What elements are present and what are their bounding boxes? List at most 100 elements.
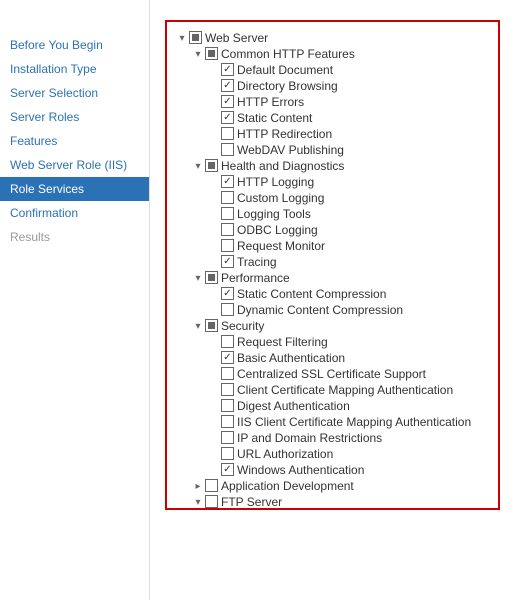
expand-icon-app-dev[interactable]: ▸: [191, 479, 205, 493]
label-request-monitor[interactable]: Request Monitor: [234, 239, 325, 253]
checkbox-custom-logging[interactable]: [221, 191, 234, 204]
label-web-server[interactable]: Web Server: [202, 31, 268, 45]
tree-item-odbc-logging: ODBC Logging: [175, 222, 490, 238]
tree-item-common-http: ▾ Common HTTP Features: [175, 46, 490, 62]
role-services-tree: ▾ Web Server ▾ Common HTTP Features Default …: [165, 20, 500, 510]
tree-item-iis-client-cert: IIS Client Certificate Mapping Authentic…: [175, 414, 490, 430]
tree-item-windows-auth: Windows Authentication: [175, 462, 490, 478]
label-iis-client-cert[interactable]: IIS Client Certificate Mapping Authentic…: [234, 415, 471, 429]
tree-item-ip-domain-restrict: IP and Domain Restrictions: [175, 430, 490, 446]
checkbox-dir-browsing[interactable]: [221, 79, 234, 92]
checkbox-ip-domain-restrict[interactable]: [221, 431, 234, 444]
expand-icon-health-diag[interactable]: ▾: [191, 159, 205, 173]
checkbox-logging-tools[interactable]: [221, 207, 234, 220]
label-request-filtering[interactable]: Request Filtering: [234, 335, 328, 349]
label-health-diag[interactable]: Health and Diagnostics: [218, 159, 344, 173]
sidebar-item-results: Results: [0, 225, 149, 249]
checkbox-webdav[interactable]: [221, 143, 234, 156]
tree-item-webdav: WebDAV Publishing: [175, 142, 490, 158]
tree-item-performance: ▾ Performance: [175, 270, 490, 286]
tree-item-http-redirect: HTTP Redirection: [175, 126, 490, 142]
checkbox-iis-client-cert[interactable]: [221, 415, 234, 428]
checkbox-web-server[interactable]: [189, 31, 202, 44]
label-basic-auth[interactable]: Basic Authentication: [234, 351, 345, 365]
label-ip-domain-restrict[interactable]: IP and Domain Restrictions: [234, 431, 382, 445]
label-windows-auth[interactable]: Windows Authentication: [234, 463, 364, 477]
tree-item-request-filtering: Request Filtering: [175, 334, 490, 350]
checkbox-http-errors[interactable]: [221, 95, 234, 108]
label-ftp-server[interactable]: FTP Server: [218, 495, 282, 509]
sidebar-item-features[interactable]: Features: [0, 129, 149, 153]
tree-item-static-compression: Static Content Compression: [175, 286, 490, 302]
checkbox-request-filtering[interactable]: [221, 335, 234, 348]
tree-item-request-monitor: Request Monitor: [175, 238, 490, 254]
sidebar-item-server-selection[interactable]: Server Selection: [0, 81, 149, 105]
label-default-doc[interactable]: Default Document: [234, 63, 333, 77]
expand-icon-security[interactable]: ▾: [191, 319, 205, 333]
label-app-dev[interactable]: Application Development: [218, 479, 354, 493]
tree-item-app-dev: ▸ Application Development: [175, 478, 490, 494]
checkbox-url-auth[interactable]: [221, 447, 234, 460]
label-http-redirect[interactable]: HTTP Redirection: [234, 127, 332, 141]
sidebar-item-before-you-begin[interactable]: Before You Begin: [0, 33, 149, 57]
expand-icon-common-http[interactable]: ▾: [191, 47, 205, 61]
tree-item-tracing: Tracing: [175, 254, 490, 270]
label-custom-logging[interactable]: Custom Logging: [234, 191, 324, 205]
sidebar-item-server-roles[interactable]: Server Roles: [0, 105, 149, 129]
checkbox-request-monitor[interactable]: [221, 239, 234, 252]
tree-item-http-errors: HTTP Errors: [175, 94, 490, 110]
label-logging-tools[interactable]: Logging Tools: [234, 207, 311, 221]
label-odbc-logging[interactable]: ODBC Logging: [234, 223, 318, 237]
expand-icon-performance[interactable]: ▾: [191, 271, 205, 285]
label-webdav[interactable]: WebDAV Publishing: [234, 143, 344, 157]
expand-icon-ftp-server[interactable]: ▾: [191, 495, 205, 509]
checkbox-digest-auth[interactable]: [221, 399, 234, 412]
label-digest-auth[interactable]: Digest Authentication: [234, 399, 350, 413]
tree-item-ssl-cert-support: Centralized SSL Certificate Support: [175, 366, 490, 382]
label-common-http[interactable]: Common HTTP Features: [218, 47, 355, 61]
checkbox-ftp-server[interactable]: [205, 495, 218, 508]
checkbox-ssl-cert-support[interactable]: [221, 367, 234, 380]
checkbox-cert-mapping-auth[interactable]: [221, 383, 234, 396]
tree-item-logging-tools: Logging Tools: [175, 206, 490, 222]
sidebar-item-role-services[interactable]: Role Services: [0, 177, 149, 201]
checkbox-static-compression[interactable]: [221, 287, 234, 300]
checkbox-performance[interactable]: [205, 271, 218, 284]
label-url-auth[interactable]: URL Authorization: [234, 447, 333, 461]
tree-item-url-auth: URL Authorization: [175, 446, 490, 462]
sidebar-item-confirmation[interactable]: Confirmation: [0, 201, 149, 225]
checkbox-common-http[interactable]: [205, 47, 218, 60]
tree-item-digest-auth: Digest Authentication: [175, 398, 490, 414]
checkbox-default-doc[interactable]: [221, 63, 234, 76]
checkbox-security[interactable]: [205, 319, 218, 332]
tree-item-basic-auth: Basic Authentication: [175, 350, 490, 366]
checkbox-dynamic-compression[interactable]: [221, 303, 234, 316]
label-tracing[interactable]: Tracing: [234, 255, 277, 269]
tree-item-default-doc: Default Document: [175, 62, 490, 78]
label-ssl-cert-support[interactable]: Centralized SSL Certificate Support: [234, 367, 426, 381]
tree-item-health-diag: ▾ Health and Diagnostics: [175, 158, 490, 174]
label-static-compression[interactable]: Static Content Compression: [234, 287, 386, 301]
expand-icon-web-server[interactable]: ▾: [175, 31, 189, 45]
label-dir-browsing[interactable]: Directory Browsing: [234, 79, 338, 93]
label-dynamic-compression[interactable]: Dynamic Content Compression: [234, 303, 403, 317]
checkbox-http-logging[interactable]: [221, 175, 234, 188]
label-http-logging[interactable]: HTTP Logging: [234, 175, 314, 189]
label-cert-mapping-auth[interactable]: Client Certificate Mapping Authenticatio…: [234, 383, 453, 397]
checkbox-basic-auth[interactable]: [221, 351, 234, 364]
checkbox-http-redirect[interactable]: [221, 127, 234, 140]
checkbox-static-content[interactable]: [221, 111, 234, 124]
checkbox-app-dev[interactable]: [205, 479, 218, 492]
tree-item-ftp-server: ▾ FTP Server: [175, 494, 490, 510]
sidebar-item-installation-type[interactable]: Installation Type: [0, 57, 149, 81]
tree-item-static-content: Static Content: [175, 110, 490, 126]
label-static-content[interactable]: Static Content: [234, 111, 312, 125]
label-http-errors[interactable]: HTTP Errors: [234, 95, 304, 109]
label-security[interactable]: Security: [218, 319, 264, 333]
checkbox-tracing[interactable]: [221, 255, 234, 268]
checkbox-odbc-logging[interactable]: [221, 223, 234, 236]
label-performance[interactable]: Performance: [218, 271, 290, 285]
sidebar-item-web-server-role[interactable]: Web Server Role (IIS): [0, 153, 149, 177]
checkbox-health-diag[interactable]: [205, 159, 218, 172]
checkbox-windows-auth[interactable]: [221, 463, 234, 476]
